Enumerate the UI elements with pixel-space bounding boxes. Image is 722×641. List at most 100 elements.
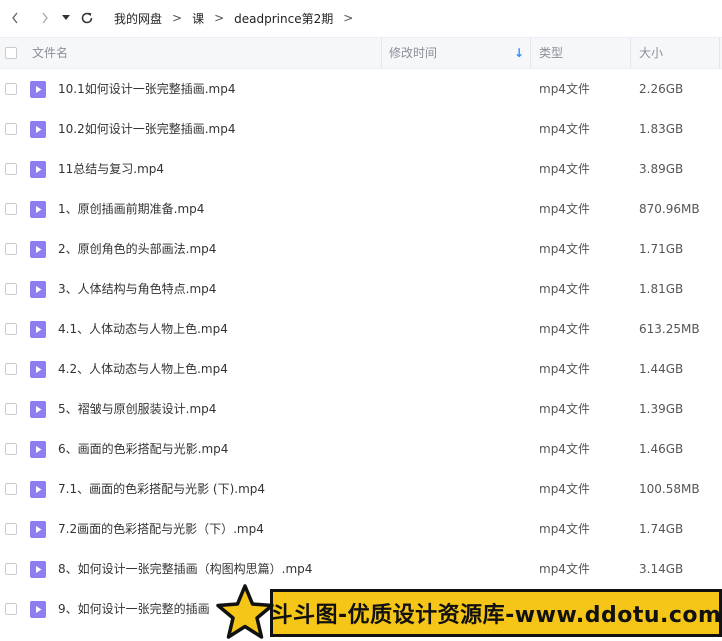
row-checkbox[interactable] [5, 163, 17, 175]
video-file-icon [30, 521, 46, 538]
file-type: mp4文件 [539, 162, 590, 176]
column-divider[interactable] [381, 38, 382, 68]
video-file-icon [30, 401, 46, 418]
file-type: mp4文件 [539, 482, 590, 496]
history-dropdown-button[interactable] [60, 6, 72, 30]
chevron-left-icon [12, 12, 18, 24]
file-size: 3.89GB [639, 162, 684, 176]
row-checkbox[interactable] [5, 123, 17, 135]
refresh-button[interactable] [78, 6, 96, 30]
breadcrumb-separator: > [343, 11, 354, 25]
file-row[interactable]: 2、原创角色的头部画法.mp4 mp4文件 1.71GB [0, 229, 722, 269]
row-checkbox[interactable] [5, 83, 17, 95]
file-type: mp4文件 [539, 82, 590, 96]
file-row[interactable]: 6、画面的色彩搭配与光影.mp4 mp4文件 1.46GB [0, 429, 722, 469]
file-row[interactable]: 4.2、人体动态与人物上色.mp4 mp4文件 1.44GB [0, 349, 722, 389]
video-file-icon [30, 481, 46, 498]
row-checkbox[interactable] [5, 323, 17, 335]
file-type: mp4文件 [539, 522, 590, 536]
video-file-icon [30, 321, 46, 338]
file-type: mp4文件 [539, 122, 590, 136]
breadcrumb-item-my-drive[interactable]: 我的网盘 [114, 10, 162, 27]
file-size: 1.81GB [639, 282, 684, 296]
file-name[interactable]: 3、人体结构与角色特点.mp4 [58, 269, 216, 309]
select-all-checkbox[interactable] [5, 47, 17, 59]
refresh-icon [81, 12, 93, 24]
video-file-icon [30, 441, 46, 458]
file-row[interactable]: 5、褶皱与原创服装设计.mp4 mp4文件 1.39GB [0, 389, 722, 429]
file-type: mp4文件 [539, 402, 590, 416]
row-checkbox[interactable] [5, 283, 17, 295]
column-header-type[interactable]: 类型 [539, 38, 563, 68]
file-name[interactable]: 1、原创插画前期准备.mp4 [58, 189, 204, 229]
file-row[interactable]: 7.1、画面的色彩搭配与光影 (下).mp4 mp4文件 100.58MB [0, 469, 722, 509]
star-icon [216, 584, 274, 639]
file-row[interactable]: 7.2画面的色彩搭配与光影（下）.mp4 mp4文件 1.74GB [0, 509, 722, 549]
row-checkbox[interactable] [5, 403, 17, 415]
file-row[interactable]: 10.1如何设计一张完整插画.mp4 mp4文件 2.26GB [0, 69, 722, 109]
row-checkbox[interactable] [5, 483, 17, 495]
file-size: 1.44GB [639, 362, 684, 376]
video-file-icon [30, 561, 46, 578]
file-name[interactable]: 4.2、人体动态与人物上色.mp4 [58, 349, 228, 389]
file-type: mp4文件 [539, 242, 590, 256]
file-name[interactable]: 11总结与复习.mp4 [58, 149, 164, 189]
file-name[interactable]: 5、褶皱与原创服装设计.mp4 [58, 389, 216, 429]
breadcrumb-separator: > [172, 11, 183, 25]
file-name[interactable]: 7.1、画面的色彩搭配与光影 (下).mp4 [58, 469, 265, 509]
file-name[interactable]: 2、原创角色的头部画法.mp4 [58, 229, 216, 269]
file-row[interactable]: 3、人体结构与角色特点.mp4 mp4文件 1.81GB [0, 269, 722, 309]
file-row[interactable]: 10.2如何设计一张完整插画.mp4 mp4文件 1.83GB [0, 109, 722, 149]
file-size: 613.25MB [639, 322, 700, 336]
row-checkbox[interactable] [5, 603, 17, 615]
sort-descending-icon[interactable]: ↓ [514, 38, 524, 68]
row-checkbox[interactable] [5, 523, 17, 535]
column-header-name[interactable]: 文件名 [32, 38, 68, 68]
file-row[interactable]: 11总结与复习.mp4 mp4文件 3.89GB [0, 149, 722, 189]
file-name[interactable]: 10.2如何设计一张完整插画.mp4 [58, 109, 235, 149]
row-checkbox[interactable] [5, 363, 17, 375]
file-row[interactable]: 1、原创插画前期准备.mp4 mp4文件 870.96MB [0, 189, 722, 229]
file-size: 2.26GB [639, 82, 684, 96]
row-checkbox[interactable] [5, 443, 17, 455]
column-divider[interactable] [530, 38, 531, 68]
file-type: mp4文件 [539, 282, 590, 296]
watermark-text: 斗斗图-优质设计资源库-www.ddotu.com [270, 589, 722, 637]
row-checkbox[interactable] [5, 563, 17, 575]
back-button[interactable] [6, 6, 24, 30]
column-header-size[interactable]: 大小 [639, 38, 663, 68]
file-size: 1.74GB [639, 522, 684, 536]
video-file-icon [30, 81, 46, 98]
file-name[interactable]: 10.1如何设计一张完整插画.mp4 [58, 69, 235, 109]
file-size: 1.46GB [639, 442, 684, 456]
breadcrumb-item-course[interactable]: 课 [192, 10, 204, 27]
file-size: 100.58MB [639, 482, 700, 496]
navigation-bar: 我的网盘 > 课 > deadprince第2期 > [0, 0, 722, 36]
chevron-right-icon [42, 12, 48, 24]
row-checkbox[interactable] [5, 203, 17, 215]
file-type: mp4文件 [539, 362, 590, 376]
file-name[interactable]: 6、画面的色彩搭配与光影.mp4 [58, 429, 228, 469]
row-checkbox[interactable] [5, 243, 17, 255]
file-list: 10.1如何设计一张完整插画.mp4 mp4文件 2.26GB 10.2如何设计… [0, 69, 722, 629]
file-size: 1.83GB [639, 122, 684, 136]
video-file-icon [30, 281, 46, 298]
video-file-icon [30, 601, 46, 618]
file-name[interactable]: 9、如何设计一张完整的插画 [58, 589, 210, 629]
video-file-icon [30, 121, 46, 138]
file-type: mp4文件 [539, 202, 590, 216]
caret-down-icon [62, 15, 70, 20]
file-list-header: 文件名 修改时间 ↓ 类型 大小 [0, 37, 722, 69]
column-divider[interactable] [630, 38, 631, 68]
video-file-icon [30, 241, 46, 258]
column-header-modified[interactable]: 修改时间 [389, 38, 437, 68]
file-row[interactable]: 4.1、人体动态与人物上色.mp4 mp4文件 613.25MB [0, 309, 722, 349]
file-size: 1.71GB [639, 242, 684, 256]
file-name[interactable]: 7.2画面的色彩搭配与光影（下）.mp4 [58, 509, 264, 549]
file-name[interactable]: 4.1、人体动态与人物上色.mp4 [58, 309, 228, 349]
forward-button[interactable] [36, 6, 54, 30]
file-type: mp4文件 [539, 442, 590, 456]
video-file-icon [30, 201, 46, 218]
breadcrumb-item-folder[interactable]: deadprince第2期 [234, 10, 333, 27]
column-divider[interactable] [719, 38, 720, 68]
